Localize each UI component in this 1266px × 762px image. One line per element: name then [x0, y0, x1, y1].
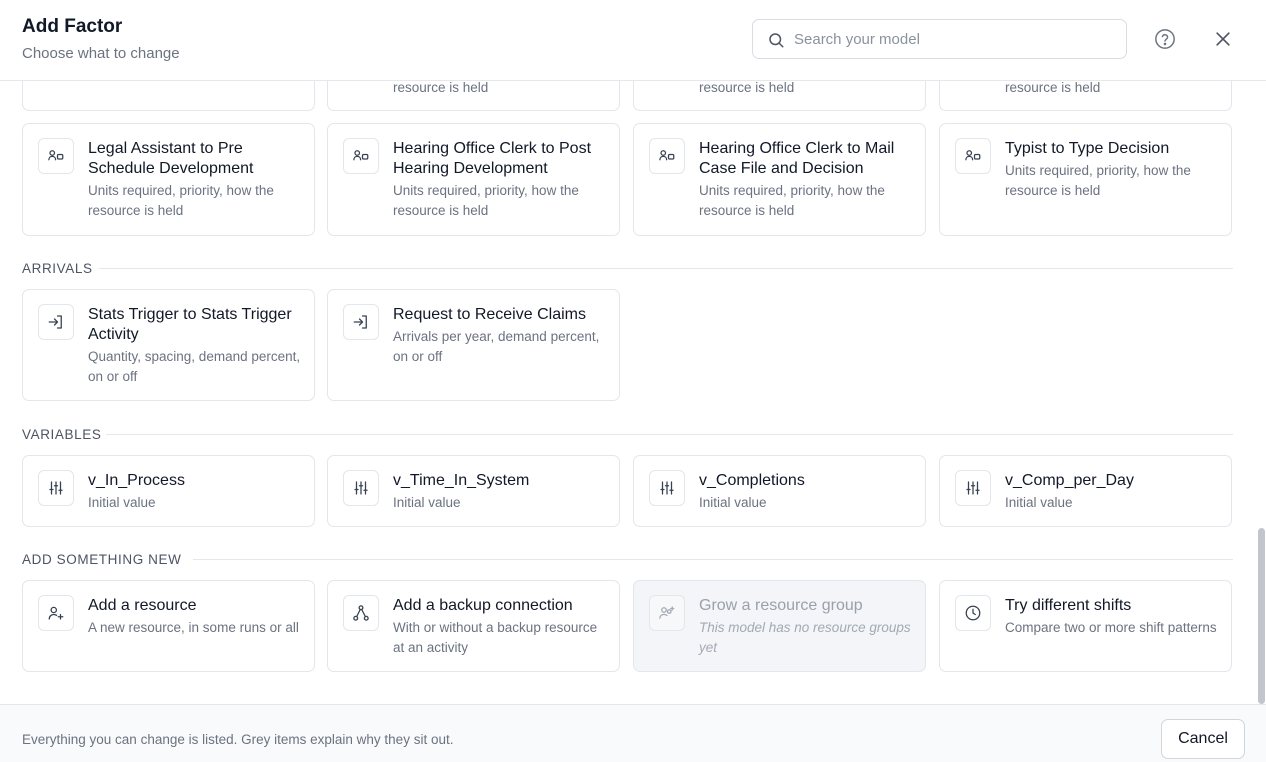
factor-list-scroll[interactable]: resource is held resource is held resour…: [0, 81, 1266, 704]
grow-resource-group-card: Grow a resource group This model has no …: [633, 580, 926, 672]
resource-link-icon: [353, 150, 369, 161]
card-desc: A new resource, in some runs or all: [88, 620, 299, 635]
card-title: Legal Assistant to Pre Schedule Developm…: [88, 140, 254, 177]
card-desc: resource is held: [699, 81, 795, 95]
resource-card[interactable]: Legal Assistant to Pre Schedule Developm…: [22, 123, 315, 236]
card-title: Hearing Office Clerk to Post Hearing Dev…: [393, 140, 592, 177]
resource-card[interactable]: Typist to Type Decision Units required, …: [939, 123, 1232, 236]
dialog-subtitle: Choose what to change: [22, 45, 180, 62]
icon-box: [38, 470, 74, 506]
icon-box: [38, 304, 74, 340]
card-title: Stats Trigger to Stats Trigger Activity: [88, 306, 292, 343]
resource-link-icon: [48, 150, 64, 161]
card-title: Typist to Type Decision: [1005, 140, 1170, 157]
icon-box: [955, 138, 991, 174]
cancel-button[interactable]: Cancel: [1161, 719, 1245, 759]
dialog-header: Add Factor Choose what to change: [0, 0, 1266, 81]
add-resource-card[interactable]: Add a resource A new resource, in some r…: [22, 580, 315, 672]
variable-card[interactable]: v_Comp_per_Day Initial value: [939, 455, 1232, 527]
icon-box: [649, 138, 685, 174]
resource-card-partial[interactable]: resource is held: [327, 81, 620, 111]
card-title: Request to Receive Claims: [393, 306, 586, 323]
resource-card[interactable]: Hearing Office Clerk to Post Hearing Dev…: [327, 123, 620, 236]
resource-card-partial[interactable]: [22, 81, 315, 111]
card-desc: This model has no resource groups yet: [699, 620, 911, 655]
resource-card[interactable]: Hearing Office Clerk to Mail Case File a…: [633, 123, 926, 236]
card-desc: resource is held: [1005, 81, 1101, 95]
card-title: v_Comp_per_Day: [1005, 472, 1134, 489]
icon-box: [649, 595, 685, 631]
card-desc: Initial value: [393, 495, 461, 510]
card-desc: Units required, priority, how the resour…: [393, 183, 579, 218]
card-title: v_Completions: [699, 472, 805, 489]
card-desc: Compare two or more shift patterns: [1005, 620, 1217, 635]
sliders-icon: [354, 481, 368, 495]
icon-box: [343, 138, 379, 174]
card-title: v_In_Process: [88, 472, 185, 489]
sliders-icon: [660, 481, 674, 495]
icon-box: [38, 138, 74, 174]
dialog-footer: Everything you can change is listed. Gre…: [0, 704, 1266, 762]
icon-box: [343, 470, 379, 506]
dialog-title: Add Factor: [22, 16, 123, 37]
card-title: Add a backup connection: [393, 597, 573, 614]
variable-card[interactable]: v_Completions Initial value: [633, 455, 926, 527]
arrival-enter-icon: [48, 315, 62, 329]
clock-icon: [965, 605, 981, 621]
sliders-icon: [49, 481, 63, 495]
icon-box: [343, 304, 379, 340]
network-icon: [353, 605, 369, 621]
user-plus-icon: [48, 606, 64, 620]
card-title: v_Time_In_System: [393, 472, 530, 489]
arrival-enter-icon: [353, 315, 367, 329]
try-different-shifts-card[interactable]: Try different shifts Compare two or more…: [939, 580, 1232, 672]
card-desc: Units required, priority, how the resour…: [699, 183, 885, 218]
section-divider: [99, 268, 1233, 269]
section-label-add-new: ADD SOMETHING NEW: [22, 552, 182, 567]
card-title: Add a resource: [88, 597, 197, 614]
icon-box: [343, 595, 379, 631]
section-divider: [193, 559, 1233, 560]
card-desc: Units required, priority, how the resour…: [1005, 163, 1191, 198]
card-desc: Arrivals per year, demand percent, on or…: [393, 329, 600, 364]
variable-card[interactable]: v_Time_In_System Initial value: [327, 455, 620, 527]
card-title: Try different shifts: [1005, 597, 1132, 614]
card-desc: Initial value: [88, 495, 156, 510]
resource-link-icon: [659, 150, 675, 161]
sliders-icon: [966, 481, 980, 495]
help-icon[interactable]: [1154, 28, 1176, 50]
card-title: Grow a resource group: [699, 597, 863, 614]
section-label-variables: VARIABLES: [22, 427, 102, 442]
add-backup-connection-card[interactable]: Add a backup connection With or without …: [327, 580, 620, 672]
resource-link-icon: [965, 150, 981, 161]
card-desc: With or without a backup resource at an …: [393, 620, 598, 655]
icon-box: [649, 470, 685, 506]
footer-note: Everything you can change is listed. Gre…: [22, 732, 454, 747]
icon-box: [955, 470, 991, 506]
card-desc: Quantity, spacing, demand percent, on or…: [88, 349, 301, 384]
arrival-card[interactable]: Stats Trigger to Stats Trigger Activity …: [22, 289, 315, 401]
search-input[interactable]: [794, 20, 1114, 58]
card-desc: Initial value: [699, 495, 767, 510]
card-title: Hearing Office Clerk to Mail Case File a…: [699, 140, 895, 177]
card-desc: Initial value: [1005, 495, 1073, 510]
scrollbar-thumb[interactable]: [1258, 528, 1265, 704]
icon-box: [955, 595, 991, 631]
close-icon[interactable]: [1213, 29, 1233, 49]
resource-card-partial[interactable]: resource is held: [633, 81, 926, 111]
section-label-arrivals: ARRIVALS: [22, 261, 93, 276]
variable-card[interactable]: v_In_Process Initial value: [22, 455, 315, 527]
search-box[interactable]: [752, 19, 1127, 59]
users-plus-icon: [659, 606, 675, 619]
resource-card-partial[interactable]: resource is held: [939, 81, 1232, 111]
section-divider: [106, 434, 1233, 435]
arrival-card[interactable]: Request to Receive Claims Arrivals per y…: [327, 289, 620, 401]
add-factor-dialog: Add Factor Choose what to change resourc…: [0, 0, 1266, 762]
card-desc: resource is held: [393, 81, 489, 95]
card-desc: Units required, priority, how the resour…: [88, 183, 274, 218]
icon-box: [38, 595, 74, 631]
search-icon: [769, 33, 784, 48]
